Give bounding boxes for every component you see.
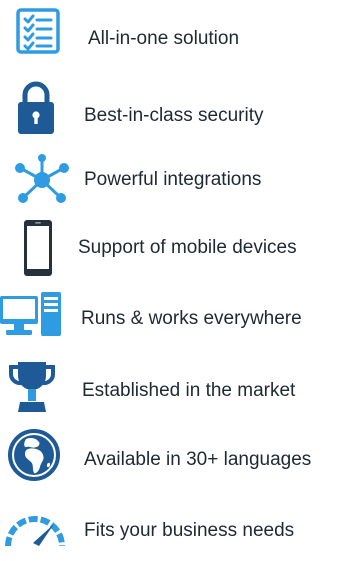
network-icon bbox=[14, 153, 70, 207]
desktop-computer-icon bbox=[0, 292, 64, 338]
feature-item-integrations: Powerful integrations bbox=[0, 151, 346, 211]
feature-label: Available in 30+ languages bbox=[84, 449, 312, 470]
feature-label: Runs & works everywhere bbox=[81, 308, 302, 329]
feature-item-all-in-one: All-in-one solution bbox=[0, 5, 346, 65]
feature-label: Support of mobile devices bbox=[78, 237, 297, 258]
feature-label: Fits your business needs bbox=[84, 520, 295, 541]
feature-list: All-in-one solution Best-in-class securi… bbox=[0, 0, 346, 561]
feature-label: Powerful integrations bbox=[84, 169, 262, 190]
feature-item-business-needs: Fits your business needs bbox=[0, 500, 346, 560]
feature-label: All-in-one solution bbox=[88, 28, 240, 49]
speedometer-icon bbox=[4, 512, 66, 548]
feature-item-languages: Available in 30+ languages bbox=[0, 429, 346, 489]
padlock-icon bbox=[16, 80, 56, 136]
feature-item-mobile: Support of mobile devices bbox=[0, 218, 346, 278]
feature-item-established: Established in the market bbox=[0, 360, 346, 420]
checklist-icon bbox=[16, 8, 60, 54]
feature-item-everywhere: Runs & works everywhere bbox=[0, 292, 346, 352]
feature-label: Established in the market bbox=[82, 380, 296, 401]
smartphone-icon bbox=[22, 218, 54, 278]
globe-icon bbox=[8, 429, 60, 481]
trophy-icon bbox=[8, 360, 56, 416]
feature-item-security: Best-in-class security bbox=[0, 80, 346, 140]
feature-label: Best-in-class security bbox=[84, 105, 264, 126]
